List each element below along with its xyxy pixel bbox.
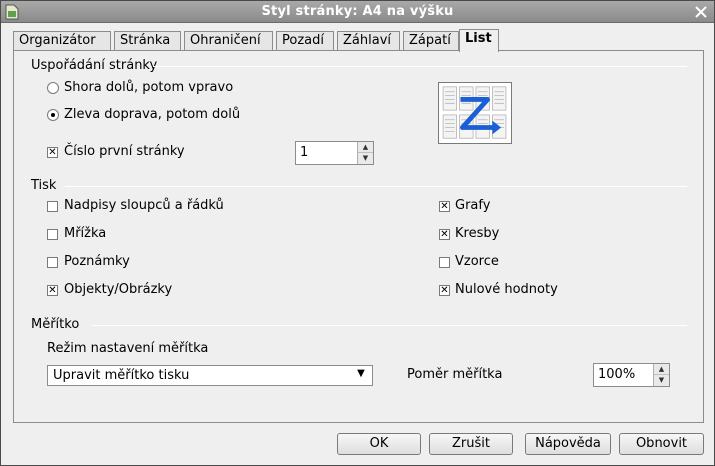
print-zero-values-label[interactable]: Nulové hodnoty xyxy=(455,282,558,297)
spin-down-icon[interactable]: ▼ xyxy=(654,375,669,386)
print-objects-label[interactable]: Objekty/Obrázky xyxy=(64,282,172,297)
print-grid-checkbox[interactable] xyxy=(47,229,58,240)
scale-ratio-value[interactable]: 100% xyxy=(598,367,635,382)
radio-left-right[interactable] xyxy=(47,109,59,121)
spin-down-icon[interactable]: ▼ xyxy=(358,153,373,164)
print-notes-label[interactable]: Poznámky xyxy=(64,254,130,269)
print-charts-label[interactable]: Grafy xyxy=(455,198,490,213)
print-separator xyxy=(65,186,687,187)
first-page-label[interactable]: Číslo první stránky xyxy=(64,144,185,159)
help-button[interactable]: Nápověda xyxy=(525,433,611,455)
print-heading: Tisk xyxy=(31,178,57,193)
spinner-arrows: ▲ ▼ xyxy=(357,142,373,164)
radio-top-down[interactable] xyxy=(47,82,59,94)
print-grid-label[interactable]: Mřížka xyxy=(64,226,106,241)
scale-ratio-spinner[interactable]: 100% ▲ ▼ xyxy=(593,363,670,387)
print-formulas-label[interactable]: Vzorce xyxy=(455,254,499,269)
cancel-button[interactable]: Zrušit xyxy=(429,433,513,455)
window-title: Styl stránky: A4 na výšku xyxy=(261,4,454,19)
ok-button[interactable]: OK xyxy=(337,433,421,455)
print-drawings-checkbox[interactable]: ✕ xyxy=(439,229,450,240)
radio-left-right-label[interactable]: Zleva doprava, potom dolů xyxy=(64,107,240,122)
spin-up-icon[interactable]: ▲ xyxy=(654,364,669,375)
first-page-spinner[interactable]: 1 ▲ ▼ xyxy=(295,141,374,165)
scale-mode-label: Režim nastavení měřítka xyxy=(47,341,209,356)
first-page-value[interactable]: 1 xyxy=(300,145,308,160)
tab-pozadi[interactable]: Pozadí xyxy=(276,31,334,51)
scale-separator xyxy=(92,325,687,326)
print-headers-checkbox[interactable] xyxy=(47,201,58,212)
print-objects-checkbox[interactable]: ✕ xyxy=(47,285,58,296)
title-bar[interactable]: Styl stránky: A4 na výšku xyxy=(1,1,714,23)
tab-ohraniceni[interactable]: Ohraničení xyxy=(184,31,273,51)
dialog-window: Styl stránky: A4 na výšku Organizátor St… xyxy=(0,0,715,466)
print-drawings-label[interactable]: Kresby xyxy=(455,226,499,241)
first-page-checkbox[interactable]: ✕ xyxy=(47,147,58,158)
print-zero-values-checkbox[interactable]: ✕ xyxy=(439,285,450,296)
reset-button[interactable]: Obnovit xyxy=(619,433,704,455)
print-headers-label[interactable]: Nadpisy sloupců a řádků xyxy=(64,198,224,213)
print-notes-checkbox[interactable] xyxy=(47,257,58,268)
tab-zahlavi[interactable]: Záhlaví xyxy=(337,31,400,51)
tab-list[interactable]: List xyxy=(459,29,499,52)
scale-mode-select[interactable]: Upravit měřítko tisku ▼ xyxy=(47,365,373,386)
close-icon[interactable] xyxy=(694,5,708,19)
page-order-preview-icon xyxy=(438,82,512,144)
spinner-arrows: ▲ ▼ xyxy=(653,364,669,386)
scale-ratio-label: Poměr měřítka xyxy=(407,367,503,382)
scale-heading: Měřítko xyxy=(31,317,80,332)
tab-zapati[interactable]: Zápatí xyxy=(403,31,459,51)
radio-top-down-label[interactable]: Shora dolů, potom vpravo xyxy=(64,80,233,95)
page-order-separator xyxy=(153,66,687,67)
print-formulas-checkbox[interactable] xyxy=(439,257,450,268)
tab-stranka[interactable]: Stránka xyxy=(114,31,181,51)
scale-mode-value: Upravit měřítko tisku xyxy=(53,368,190,383)
tab-organizator[interactable]: Organizátor xyxy=(13,31,111,51)
print-charts-checkbox[interactable]: ✕ xyxy=(439,201,450,212)
chevron-down-icon[interactable]: ▼ xyxy=(353,368,369,383)
page-order-heading: Uspořádání stránky xyxy=(31,58,158,73)
radio-selected-dot xyxy=(51,113,55,117)
spin-up-icon[interactable]: ▲ xyxy=(358,142,373,153)
